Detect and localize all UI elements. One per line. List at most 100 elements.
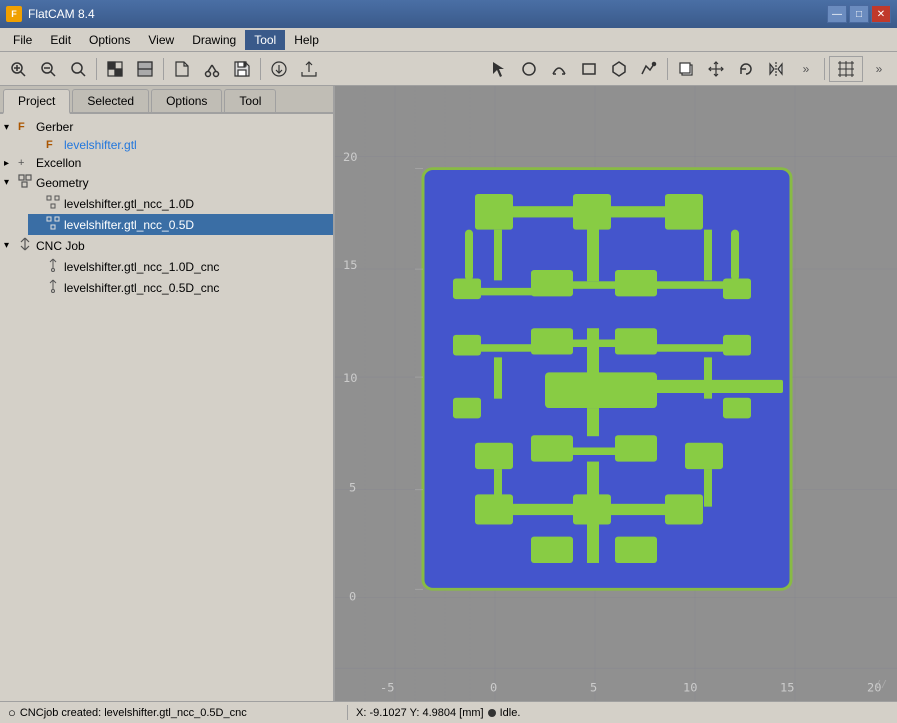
group-cncjob: ▾ CNC Job <box>0 235 333 298</box>
svg-text:10: 10 <box>683 681 697 695</box>
app-icon: F <box>6 6 22 22</box>
group-excellon: ▸ + Excellon <box>0 154 333 172</box>
title-bar-controls: — □ ✕ <box>827 5 891 23</box>
arc-tool[interactable] <box>545 56 573 82</box>
move-tool[interactable] <box>702 56 730 82</box>
menu-help[interactable]: Help <box>285 30 328 50</box>
menu-view[interactable]: View <box>139 30 183 50</box>
gerber-children: F levelshifter.gtl <box>0 136 333 154</box>
idle-indicator <box>488 709 496 717</box>
expand-arrow: ▾ <box>4 177 18 188</box>
tab-selected[interactable]: Selected <box>72 89 149 112</box>
canvas-area[interactable]: 20 15 10 5 0 -5 0 5 10 15 20 <box>335 86 897 701</box>
toggle-layer-1[interactable] <box>101 56 129 82</box>
cnc-file-icon-2 <box>46 279 64 296</box>
expand-arrow: ▾ <box>4 240 18 251</box>
geometry-icon <box>18 174 36 191</box>
separator-4 <box>667 58 668 80</box>
save-button[interactable] <box>228 56 256 82</box>
mirror-tool[interactable] <box>762 56 790 82</box>
zoom-in-button[interactable] <box>34 56 62 82</box>
gerber-icon: F <box>18 121 36 133</box>
tree-geometry-header[interactable]: ▾ Geometry <box>0 172 333 193</box>
close-button[interactable]: ✕ <box>871 5 891 23</box>
tab-bar: Project Selected Options Tool <box>0 86 333 114</box>
menu-edit[interactable]: Edit <box>41 30 80 50</box>
cncjob-children: levelshifter.gtl_ncc_1.0D_cnc <box>0 256 333 298</box>
svg-text:0: 0 <box>490 681 497 695</box>
toggle-layer-2[interactable] <box>131 56 159 82</box>
tree-cncjob-header[interactable]: ▾ CNC Job <box>0 235 333 256</box>
tree-item-cnc-1d[interactable]: levelshifter.gtl_ncc_1.0D_cnc <box>28 256 333 277</box>
geometry-label: Geometry <box>36 176 89 190</box>
rotate-tool[interactable] <box>732 56 760 82</box>
separator-3 <box>260 58 261 80</box>
tab-project[interactable]: Project <box>3 89 70 114</box>
tree-excellon-header[interactable]: ▸ + Excellon <box>0 154 333 172</box>
tree-item-geom-05d[interactable]: levelshifter.gtl_ncc_0.5D <box>28 214 333 235</box>
menu-bar: File Edit Options View Drawing Tool Help <box>0 28 897 52</box>
status-message: CNCjob created: levelshifter.gtl_ncc_0.5… <box>20 707 247 719</box>
rect-tool[interactable] <box>575 56 603 82</box>
geom-file-icon <box>46 195 64 212</box>
tree-gerber-header[interactable]: ▾ F Gerber <box>0 118 333 136</box>
tree-item-geom-1d[interactable]: levelshifter.gtl_ncc_1.0D <box>28 193 333 214</box>
import-button[interactable] <box>265 56 293 82</box>
tree-item-cnc-05d[interactable]: levelshifter.gtl_ncc_0.5D_cnc <box>28 277 333 298</box>
minimize-button[interactable]: — <box>827 5 847 23</box>
pointer-tool[interactable] <box>485 56 513 82</box>
new-file-button[interactable] <box>168 56 196 82</box>
toolbar: » » <box>0 52 897 86</box>
app-title: FlatCAM 8.4 <box>28 7 95 21</box>
grid-toggle-button[interactable] <box>829 56 863 82</box>
cut-button[interactable] <box>198 56 226 82</box>
polygon-tool[interactable] <box>605 56 633 82</box>
coordinates-display: X: -9.1027 Y: 4.9804 [mm] <box>356 707 484 719</box>
geom-05d-label: levelshifter.gtl_ncc_0.5D <box>64 218 194 232</box>
project-tree: ▾ F Gerber F levelshifter.gtl ▸ + <box>0 114 333 701</box>
idle-status: Idle. <box>500 707 521 719</box>
export-button[interactable] <box>295 56 323 82</box>
status-icon: ○ <box>8 705 16 720</box>
status-bar: ○ CNCjob created: levelshifter.gtl_ncc_0… <box>0 701 897 723</box>
menu-drawing[interactable]: Drawing <box>183 30 245 50</box>
tree-item-levelshifter-gtl[interactable]: F levelshifter.gtl <box>28 136 333 154</box>
group-geometry: ▾ Geometry <box>0 172 333 235</box>
svg-text:15: 15 <box>780 681 794 695</box>
tab-options[interactable]: Options <box>151 89 222 112</box>
separator-5 <box>824 58 825 80</box>
title-bar: F FlatCAM 8.4 — □ ✕ <box>0 0 897 28</box>
zoom-out-button[interactable] <box>64 56 92 82</box>
title-bar-left: F FlatCAM 8.4 <box>6 6 95 22</box>
cncjob-label: CNC Job <box>36 239 85 253</box>
geom-file-icon-selected <box>46 216 64 233</box>
svg-text:20: 20 <box>343 150 357 164</box>
status-right: X: -9.1027 Y: 4.9804 [mm] Idle. <box>348 707 889 719</box>
toolbar-right: » » <box>485 56 893 82</box>
expand-arrow: ▸ <box>4 158 18 169</box>
menu-file[interactable]: File <box>4 30 41 50</box>
zoom-fit-button[interactable] <box>4 56 32 82</box>
grid-more-button[interactable]: » <box>865 56 893 82</box>
excellon-label: Excellon <box>36 156 81 170</box>
cncjob-icon <box>18 237 36 254</box>
svg-text:0: 0 <box>349 590 356 604</box>
circle-tool[interactable] <box>515 56 543 82</box>
tab-tool[interactable]: Tool <box>224 89 276 112</box>
cnc-05d-label: levelshifter.gtl_ncc_0.5D_cnc <box>64 281 219 295</box>
svg-text:5: 5 <box>590 681 597 695</box>
maximize-button[interactable]: □ <box>849 5 869 23</box>
copy-tool[interactable] <box>672 56 700 82</box>
expand-arrow: ▾ <box>4 122 18 133</box>
status-left: ○ CNCjob created: levelshifter.gtl_ncc_0… <box>8 705 348 720</box>
menu-options[interactable]: Options <box>80 30 139 50</box>
path-tool[interactable] <box>635 56 663 82</box>
menu-tool[interactable]: Tool <box>245 30 285 50</box>
cnc-file-icon <box>46 258 64 275</box>
more-tools-button[interactable]: » <box>792 56 820 82</box>
gerber-file-icon: F <box>46 139 64 151</box>
separator-2 <box>163 58 164 80</box>
svg-text://: // <box>875 679 887 690</box>
separator-1 <box>96 58 97 80</box>
gerber-label: Gerber <box>36 120 73 134</box>
